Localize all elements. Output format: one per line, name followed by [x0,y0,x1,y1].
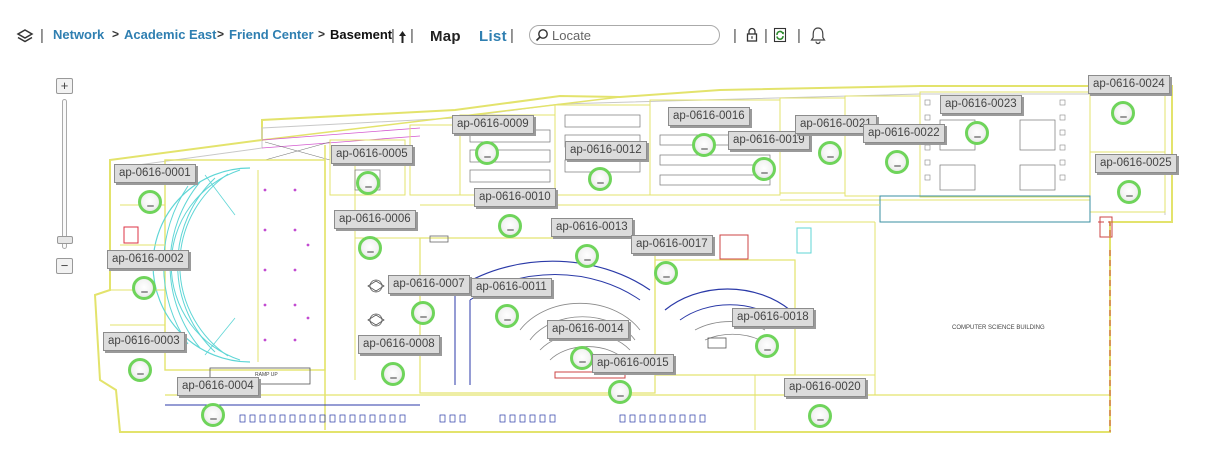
access-point-icon[interactable] [1111,101,1135,125]
ap-label[interactable]: ap-0616-0023 [940,95,1022,114]
ap-label[interactable]: ap-0616-0014 [547,320,629,339]
access-point-icon[interactable] [495,304,519,328]
ap-label[interactable]: ap-0616-0011 [471,278,552,297]
ap-label[interactable]: ap-0616-0007 [388,275,470,294]
access-point-icon[interactable] [692,133,716,157]
ap-label[interactable]: ap-0616-0008 [358,335,440,354]
access-point-icon[interactable] [132,276,156,300]
access-point-icon[interactable] [818,141,842,165]
zoom-slider-handle[interactable] [57,236,73,244]
ap-label[interactable]: ap-0616-0013 [551,218,633,237]
access-point-icon[interactable] [498,214,522,238]
access-point-icon[interactable] [570,346,594,370]
access-point-icon[interactable] [654,261,678,285]
ap-label[interactable]: ap-0616-0004 [177,377,259,396]
bottom-corridor: RAMP UP [165,367,1110,423]
zoom-slider-track[interactable] [62,99,67,249]
ap-label[interactable]: ap-0616-0010 [474,188,556,207]
access-point-icon[interactable] [475,141,499,165]
ap-label[interactable]: ap-0616-0024 [1088,75,1170,94]
access-point-icon[interactable] [608,380,632,404]
ap-label[interactable]: ap-0616-0002 [107,250,189,269]
access-point-icon[interactable] [965,121,989,145]
access-point-icon[interactable] [752,157,776,181]
ap-label[interactable]: ap-0616-0009 [452,115,534,134]
ap-label[interactable]: ap-0616-0025 [1095,154,1177,173]
ap-label[interactable]: ap-0616-0015 [592,354,674,373]
access-point-icon[interactable] [588,167,612,191]
access-point-icon[interactable] [755,334,779,358]
access-point-icon[interactable] [138,190,162,214]
access-point-icon[interactable] [356,171,380,195]
access-point-icon[interactable] [358,236,382,260]
ap-label[interactable]: ap-0616-0006 [334,210,416,229]
access-point-icon[interactable] [1117,180,1141,204]
access-point-icon[interactable] [128,358,152,382]
access-point-icon[interactable] [381,362,405,386]
access-point-icon[interactable] [808,404,832,428]
access-point-icon[interactable] [885,150,909,174]
round-tables [367,279,385,327]
access-point-icon[interactable] [201,403,225,427]
access-point-icon[interactable] [411,301,435,325]
ap-label[interactable]: ap-0616-0005 [331,145,413,164]
building-name-text: COMPUTER SCIENCE BUILDING [952,325,1045,331]
ap-label[interactable]: ap-0616-0018 [732,308,814,327]
zoom-in-button[interactable]: + [56,78,73,94]
ap-label[interactable]: ap-0616-0020 [784,378,866,397]
zoom-out-button[interactable]: − [56,258,73,274]
ap-label[interactable]: ap-0616-0012 [565,141,647,160]
ap-label[interactable]: ap-0616-0003 [103,332,185,351]
ap-label[interactable]: ap-0616-0001 [114,164,196,183]
access-point-icon[interactable] [575,244,599,268]
ap-label[interactable]: ap-0616-0016 [668,107,750,126]
ap-label[interactable]: ap-0616-0022 [863,124,945,143]
ap-label[interactable]: ap-0616-0017 [631,235,713,254]
